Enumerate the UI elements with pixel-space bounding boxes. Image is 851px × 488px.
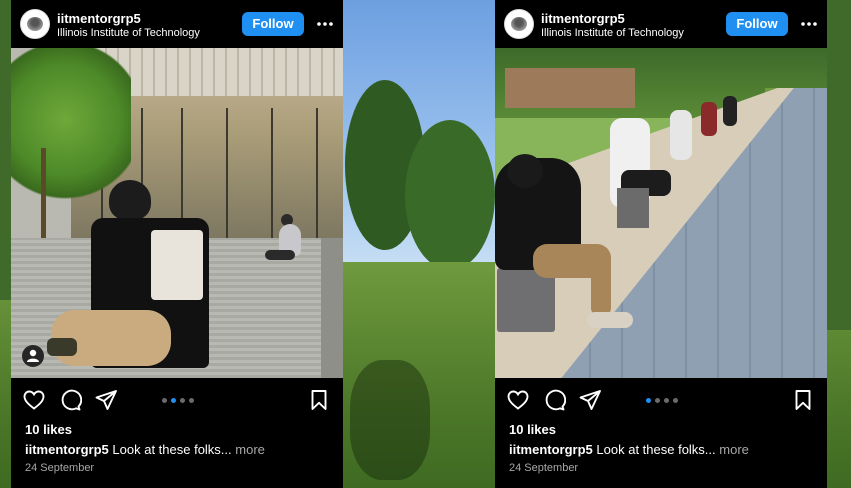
post-header: iitmentorgrp5 Illinois Institute of Tech… xyxy=(11,0,343,48)
post-actions xyxy=(11,378,343,422)
more-link[interactable]: more xyxy=(716,442,749,457)
post-actions xyxy=(495,378,827,422)
profile-avatar[interactable] xyxy=(20,9,50,39)
post-location[interactable]: Illinois Institute of Technology xyxy=(541,27,684,39)
carousel-dot xyxy=(180,398,185,403)
carousel-indicator xyxy=(646,398,686,404)
carousel-dot xyxy=(673,398,678,403)
carousel-dot xyxy=(655,398,660,403)
tree-shadow xyxy=(350,360,430,480)
carousel-dot xyxy=(162,398,167,403)
bookmark-icon[interactable] xyxy=(791,388,815,412)
paper-plane-icon[interactable] xyxy=(94,388,118,412)
heart-icon[interactable] xyxy=(22,388,46,412)
post-photo[interactable] xyxy=(495,48,827,378)
student-far-4 xyxy=(723,96,737,126)
post-username[interactable]: iitmentorgrp5 xyxy=(57,11,141,26)
student-far-2 xyxy=(670,110,692,160)
heart-icon[interactable] xyxy=(506,388,530,412)
post-location[interactable]: Illinois Institute of Technology xyxy=(57,27,200,39)
post-caption: iitmentorgrp5 Look at these folks... mor… xyxy=(509,442,749,457)
user-tag-icon[interactable] xyxy=(22,345,44,367)
bookmark-icon[interactable] xyxy=(307,388,331,412)
instagram-post: iitmentorgrp5 Illinois Institute of Tech… xyxy=(11,0,343,488)
carousel-dot xyxy=(664,398,669,403)
caption-text: Look at these folks... xyxy=(592,442,716,457)
post-caption: iitmentorgrp5 Look at these folks... mor… xyxy=(25,442,265,457)
like-count[interactable]: 10 likes xyxy=(509,422,556,437)
edge-foliage xyxy=(826,0,851,330)
more-link[interactable]: more xyxy=(232,442,265,457)
caption-text: Look at these folks... xyxy=(108,442,232,457)
follow-button[interactable]: Follow xyxy=(726,12,788,36)
building xyxy=(505,68,635,108)
carousel-dot xyxy=(189,398,194,403)
background-tree xyxy=(405,120,495,270)
caption-username[interactable]: iitmentorgrp5 xyxy=(509,442,593,457)
follow-button[interactable]: Follow xyxy=(242,12,304,36)
carousel-dot-active xyxy=(171,398,176,403)
post-username[interactable]: iitmentorgrp5 xyxy=(541,11,625,26)
caption-username[interactable]: iitmentorgrp5 xyxy=(25,442,109,457)
paper-plane-icon[interactable] xyxy=(578,388,602,412)
student-far-3 xyxy=(701,102,717,136)
more-horizontal-icon[interactable] xyxy=(799,12,819,36)
comment-icon[interactable] xyxy=(58,388,82,412)
more-horizontal-icon[interactable] xyxy=(315,12,335,36)
comment-icon[interactable] xyxy=(542,388,566,412)
carousel-dot-active xyxy=(646,398,651,403)
tree xyxy=(11,48,131,208)
post-date: 24 September xyxy=(509,462,579,474)
carousel-indicator xyxy=(162,398,202,404)
instagram-post: iitmentorgrp5 Illinois Institute of Tech… xyxy=(495,0,827,488)
profile-avatar[interactable] xyxy=(504,9,534,39)
post-photo[interactable] xyxy=(11,48,343,378)
post-date: 24 September xyxy=(25,462,95,474)
like-count[interactable]: 10 likes xyxy=(25,422,72,437)
post-header: iitmentorgrp5 Illinois Institute of Tech… xyxy=(495,0,827,48)
